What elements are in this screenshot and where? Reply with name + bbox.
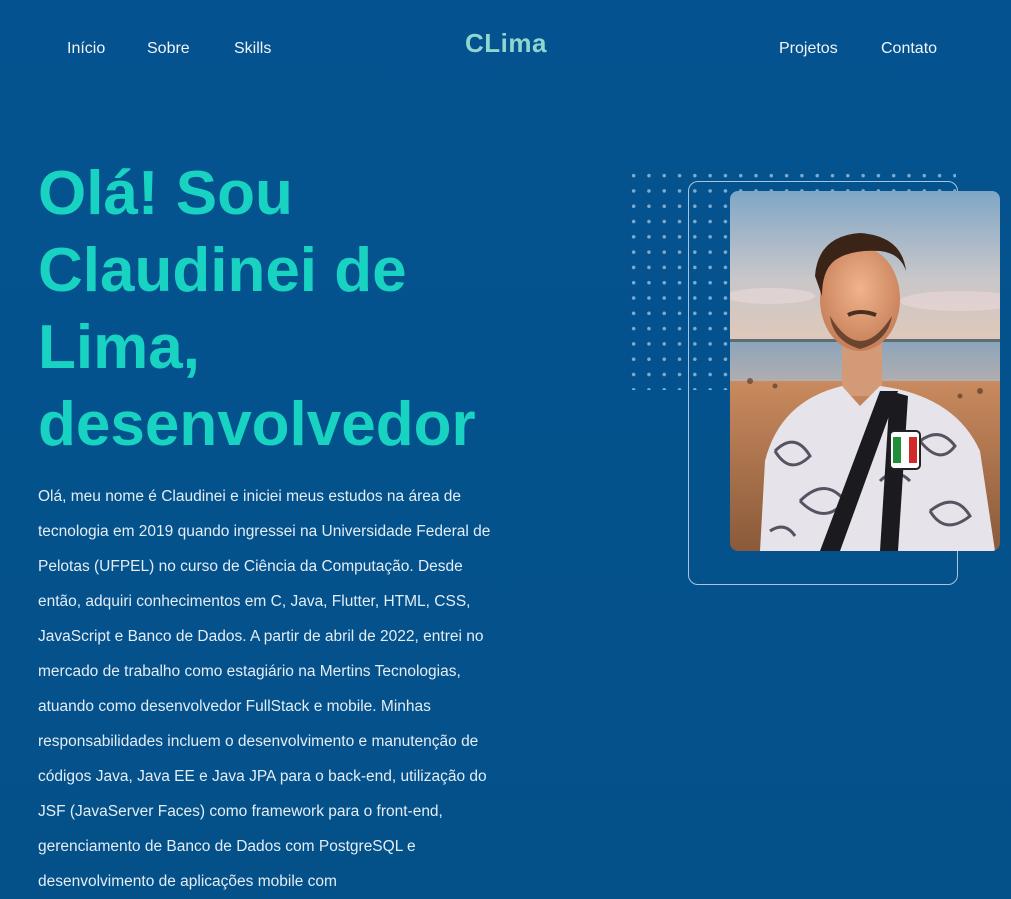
hero-paragraph: Olá, meu nome é Claudinei e iniciei meus…	[38, 488, 491, 890]
top-nav: Início Sobre Skills CLima Projetos Conta…	[0, 0, 1011, 90]
hero-title: Olá! Sou Claudinei de Lima, desenvolvedo…	[38, 159, 476, 459]
profile-photo	[730, 191, 1000, 551]
nav-link-inicio[interactable]: Início	[67, 40, 105, 58]
nav-link-sobre[interactable]: Sobre	[147, 40, 190, 58]
site-logo[interactable]: CLima	[465, 28, 547, 59]
nav-link-skills[interactable]: Skills	[234, 40, 271, 58]
nav-link-projetos[interactable]: Projetos	[779, 40, 838, 58]
nav-link-contato[interactable]: Contato	[881, 40, 937, 58]
